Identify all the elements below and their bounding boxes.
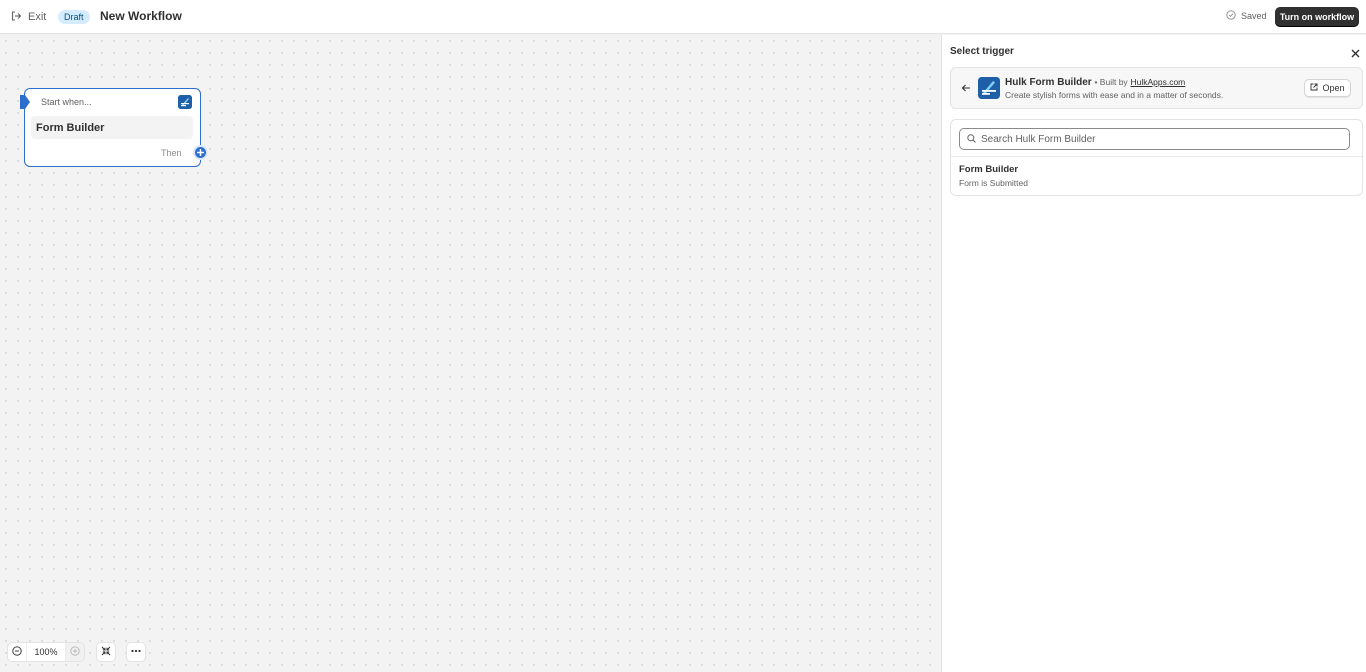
exit-label: Exit: [28, 11, 47, 23]
saved-label: Saved: [1241, 11, 1267, 21]
trigger-option[interactable]: Form Builder Form is Submitted: [951, 157, 1362, 195]
exit-button[interactable]: Exit: [10, 9, 46, 25]
back-button[interactable]: [959, 82, 972, 95]
node-then-label: Then: [161, 148, 182, 158]
workflow-canvas[interactable]: Start when... Form Builder Then: [0, 35, 941, 672]
zoom-in-button[interactable]: [66, 643, 84, 661]
built-by-label: • Built by: [1094, 77, 1128, 87]
status-badge: Draft: [58, 10, 90, 24]
more-icon: [131, 643, 141, 661]
developer-link[interactable]: HulkApps.com: [1130, 77, 1185, 87]
add-step-button[interactable]: [193, 145, 208, 160]
app-logo-icon: [178, 95, 192, 109]
zoom-level[interactable]: 100%: [26, 643, 66, 661]
zoom-out-icon: [12, 643, 22, 661]
trigger-option-title: Form Builder: [959, 164, 1019, 175]
node-heading: Start when...: [41, 97, 92, 107]
open-app-button[interactable]: Open: [1304, 79, 1351, 97]
zoom-controls: 100%: [8, 643, 84, 661]
open-label: Open: [1322, 83, 1345, 93]
zoom-out-button[interactable]: [8, 643, 26, 661]
panel-title: Select trigger: [950, 46, 1014, 57]
exit-icon: [10, 10, 22, 25]
app-description: Create stylish forms with ease and in a …: [1005, 90, 1224, 100]
check-circle-icon: [1226, 10, 1236, 22]
top-bar: Exit Draft New Workflow Saved Turn on wo…: [0, 0, 1366, 34]
trigger-node[interactable]: Start when... Form Builder Then: [20, 88, 208, 167]
fit-view-icon: [101, 643, 111, 661]
external-link-icon: [1310, 83, 1318, 93]
more-actions-button[interactable]: [127, 643, 145, 661]
search-field[interactable]: [959, 128, 1350, 150]
close-icon: [1351, 45, 1360, 63]
saved-status: Saved: [1226, 10, 1267, 22]
node-title: Form Builder: [31, 116, 193, 139]
search-icon: [967, 130, 976, 148]
app-logo-icon: [978, 77, 1000, 99]
close-panel-button[interactable]: [1348, 47, 1362, 61]
trigger-option-subtitle: Form is Submitted: [959, 178, 1028, 188]
turn-on-workflow-button[interactable]: Turn on workflow: [1275, 7, 1359, 26]
page-title[interactable]: New Workflow: [100, 9, 182, 23]
trigger-list-card: Form Builder Form is Submitted: [950, 119, 1363, 196]
app-name-line: Hulk Form Builder • Built by HulkApps.co…: [1005, 77, 1185, 88]
zoom-in-icon: [70, 643, 80, 661]
app-card: Hulk Form Builder • Built by HulkApps.co…: [950, 67, 1363, 109]
node-entry-marker: [20, 95, 30, 109]
plus-icon: [196, 144, 205, 162]
fit-view-button[interactable]: [97, 643, 115, 661]
app-name: Hulk Form Builder: [1005, 77, 1092, 88]
select-trigger-panel: Select trigger Hulk Form Builder • Built…: [941, 35, 1366, 672]
back-arrow-icon: [961, 80, 971, 98]
search-input[interactable]: [981, 133, 1349, 145]
